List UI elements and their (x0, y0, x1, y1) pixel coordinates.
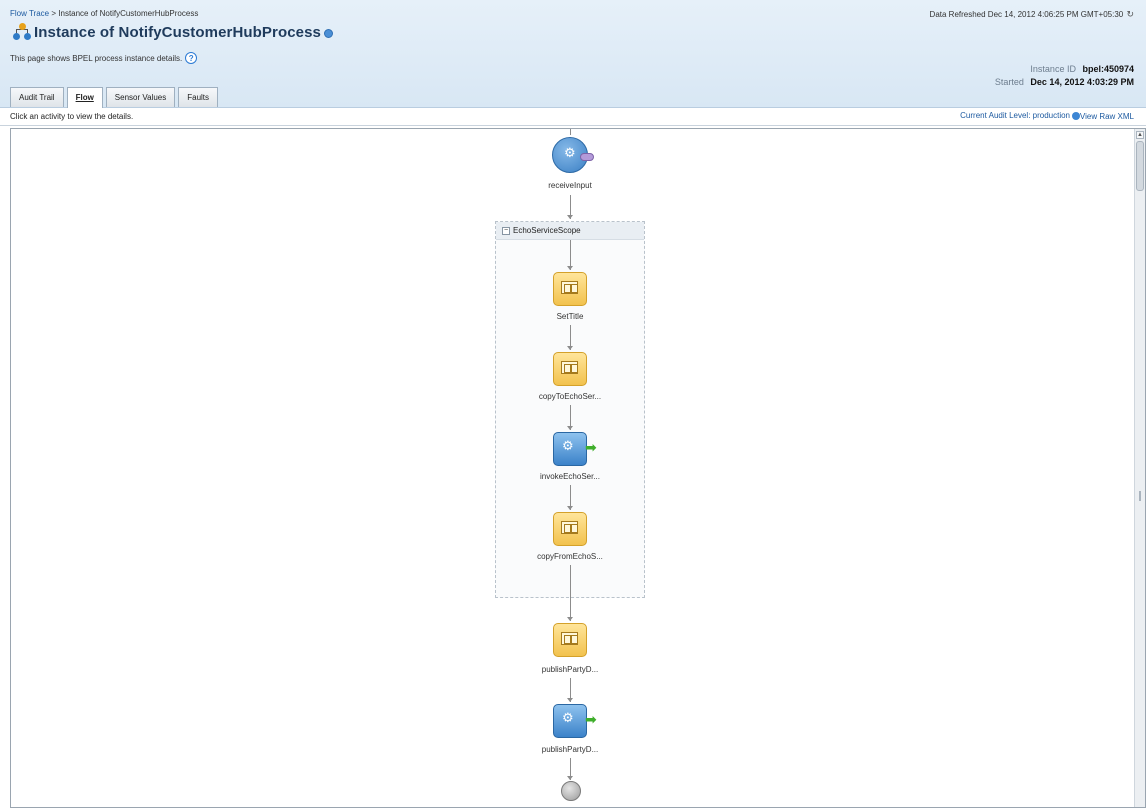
view-raw-xml-link[interactable]: View Raw XML (1080, 112, 1134, 121)
scroll-thumb[interactable] (1136, 141, 1144, 191)
assign-icon (561, 281, 578, 294)
gear-icon: ⚙ (564, 145, 576, 160)
collapse-icon[interactable]: − (502, 227, 510, 235)
data-refreshed: Data Refreshed Dec 14, 2012 4:06:25 PM G… (930, 9, 1134, 20)
arrow-head-icon (567, 617, 573, 621)
audit-info-icon[interactable] (1072, 111, 1080, 120)
audit-level-text[interactable]: Current Audit Level: production (960, 111, 1070, 120)
arrow-head-icon (567, 776, 573, 780)
data-refreshed-text: Data Refreshed Dec 14, 2012 4:06:25 PM G… (929, 10, 1124, 19)
message-icon (580, 153, 594, 161)
process-tree-icon (12, 23, 32, 41)
outbound-arrow-icon: ➡ (585, 439, 597, 455)
arrow-head-icon (567, 266, 573, 270)
tab-audit-trail[interactable]: Audit Trail (10, 87, 64, 107)
breadcrumb-separator: > (51, 9, 57, 18)
activity-label: SetTitle (556, 312, 584, 321)
tab-faults[interactable]: Faults (178, 87, 219, 107)
page-header: Flow Trace > Instance of NotifyCustomerH… (0, 0, 1146, 108)
activity-label: publishPartyD... (541, 665, 599, 674)
page-description: This page shows BPEL process instance de… (10, 53, 183, 63)
activity-copy-to-echo-service[interactable] (553, 352, 589, 388)
scroll-up-icon[interactable]: ▲ (1136, 131, 1144, 139)
tab-flow[interactable]: Flow (66, 87, 103, 108)
breadcrumb-flow-trace-link[interactable]: Flow Trace (10, 9, 49, 18)
activity-label: invokeEchoSer... (539, 472, 601, 481)
flow-diagram: ⚙ receiveInput − EchoServiceScope SetTit… (10, 128, 1146, 808)
arrow-head-icon (567, 346, 573, 350)
assign-icon (561, 521, 578, 534)
activity-publish-party-data[interactable] (553, 623, 589, 659)
page-subtitle: This page shows BPEL process instance de… (10, 52, 198, 64)
gear-icon: ⚙ (562, 710, 574, 725)
started-value: Dec 14, 2012 4:03:29 PM (1030, 77, 1134, 87)
scroll-grip-icon (1139, 491, 1141, 501)
activity-copy-from-echo-service[interactable] (553, 512, 589, 548)
scope-header[interactable]: − EchoServiceScope (496, 222, 644, 240)
started-label: Started (994, 77, 1024, 87)
info-bar: Click an activity to view the details. C… (0, 108, 1146, 126)
tab-bar: Audit Trail Flow Sensor Values Faults (10, 87, 221, 108)
scope-label: EchoServiceScope (513, 226, 581, 235)
end-circle-icon (561, 781, 581, 801)
instance-id-value: bpel:450974 (1082, 64, 1134, 74)
activity-set-title[interactable] (553, 272, 589, 308)
outbound-arrow-icon: ➡ (585, 711, 597, 727)
arrow-head-icon (567, 698, 573, 702)
breadcrumb: Flow Trace > Instance of NotifyCustomerH… (10, 9, 198, 18)
page-title: Instance of NotifyCustomerHubProcess (34, 23, 321, 41)
vertical-scrollbar[interactable]: ▲ (1134, 129, 1145, 807)
instance-meta: Instance ID bpel:450974 Started Dec 14, … (995, 63, 1134, 89)
refresh-icon[interactable]: ↻ (1126, 9, 1134, 20)
assign-icon (561, 632, 578, 645)
activity-label: receiveInput (548, 181, 592, 190)
activity-publish-party-data-invoke[interactable]: ⚙ ➡ (553, 704, 607, 740)
help-icon[interactable]: ? (185, 52, 198, 64)
breadcrumb-current: Instance of NotifyCustomerHubProcess (58, 9, 199, 18)
arrow-head-icon (567, 215, 573, 219)
instance-id-label: Instance ID (1030, 64, 1076, 74)
activity-label: copyFromEchoS... (537, 552, 603, 561)
connector-line (570, 565, 571, 621)
arrow-head-icon (567, 506, 573, 510)
activity-label: publishPartyD... (541, 745, 599, 754)
activity-label: copyToEchoSer... (538, 392, 602, 401)
tab-sensor-values[interactable]: Sensor Values (105, 87, 176, 107)
info-icon[interactable] (324, 28, 333, 38)
audit-level-link[interactable]: Current Audit Level: production (960, 111, 1080, 120)
activity-hint: Click an activity to view the details. (10, 112, 134, 121)
gear-icon: ⚙ (562, 438, 574, 453)
activity-invoke-echo-service[interactable]: ⚙ ➡ (553, 432, 607, 468)
arrow-head-icon (567, 426, 573, 430)
end-activity[interactable] (561, 781, 583, 803)
assign-icon (561, 361, 578, 374)
activity-receive-input[interactable]: ⚙ (552, 137, 602, 177)
connector-line (570, 129, 571, 135)
title-row: Instance of NotifyCustomerHubProcess (12, 22, 333, 42)
